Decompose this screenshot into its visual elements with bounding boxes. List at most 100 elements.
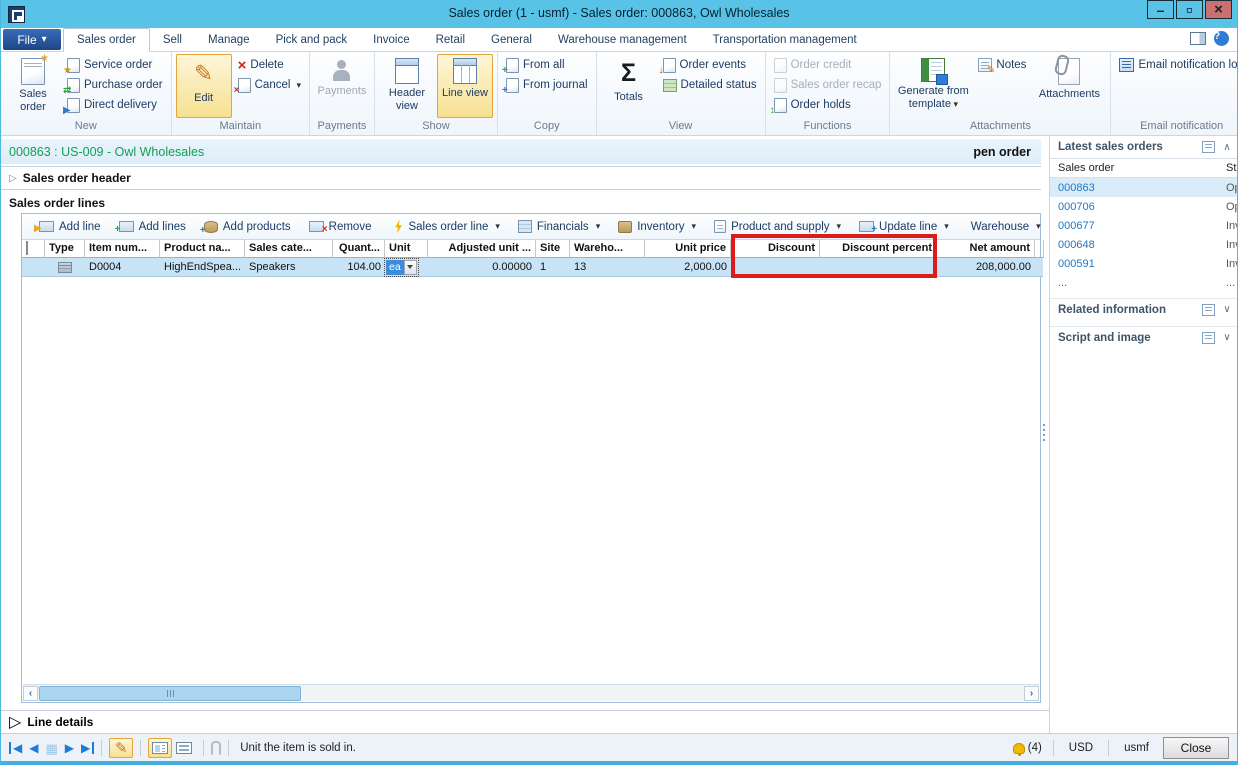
line-details-section[interactable]: Line details: [1, 710, 1049, 733]
detailed-status-button[interactable]: Detailed status: [659, 75, 761, 95]
grid-horizontal-scrollbar[interactable]: [23, 684, 1039, 701]
expander-icon[interactable]: [9, 173, 17, 184]
scroll-left-button[interactable]: [23, 686, 38, 701]
notification-count[interactable]: (4): [1028, 742, 1042, 754]
column-header-product-name[interactable]: Product na...: [160, 240, 245, 258]
latest-row[interactable]: 000863 Ope: [1050, 178, 1238, 197]
help-icon[interactable]: [1214, 31, 1229, 46]
expander-icon[interactable]: [9, 712, 21, 732]
tab-retail[interactable]: Retail: [423, 28, 478, 51]
cell-site[interactable]: 1: [536, 258, 570, 277]
sales-order-link[interactable]: 000677: [1050, 220, 1218, 232]
latest-row[interactable]: 000648 Invo: [1050, 235, 1238, 254]
cell-warehouse[interactable]: 13: [570, 258, 645, 277]
panel-icon[interactable]: [1202, 141, 1215, 153]
from-all-button[interactable]: From all: [502, 55, 592, 75]
maximize-button[interactable]: [1176, 0, 1203, 19]
order-holds-button[interactable]: Order holds: [770, 95, 886, 115]
latest-row-more[interactable]: ... ...: [1050, 273, 1238, 292]
add-products-button[interactable]: Add products: [195, 216, 300, 238]
purchase-order-button[interactable]: Purchase order: [63, 75, 167, 95]
latest-row[interactable]: 000677 Invo: [1050, 216, 1238, 235]
tab-general[interactable]: General: [478, 28, 545, 51]
sales-order-link[interactable]: 000591: [1050, 258, 1218, 270]
close-window-button[interactable]: [1205, 0, 1232, 19]
tab-sell[interactable]: Sell: [150, 28, 195, 51]
select-all-checkbox[interactable]: [26, 241, 28, 255]
column-header-unit-price[interactable]: Unit price: [645, 240, 731, 258]
grid-row-selected[interactable]: D0004 HighEndSpea... Speakers 104.00 ea …: [22, 258, 1040, 277]
totals-button[interactable]: Totals: [601, 54, 657, 118]
product-and-supply-menu[interactable]: Product and supply: [705, 216, 850, 238]
tab-manage[interactable]: Manage: [195, 28, 263, 51]
cell-unit[interactable]: ea: [385, 258, 428, 277]
warehouse-menu[interactable]: Warehouse: [962, 216, 1050, 238]
cell-net-amount[interactable]: 208,000.00: [937, 258, 1035, 277]
unit-dropdown-button[interactable]: [404, 260, 417, 275]
order-events-button[interactable]: Order events: [659, 55, 761, 75]
column-header-item-number[interactable]: Item num...: [85, 240, 160, 258]
company-indicator[interactable]: usmf: [1116, 742, 1157, 754]
unit-value[interactable]: ea: [386, 260, 404, 275]
column-header-site[interactable]: Site: [536, 240, 570, 258]
column-header-unit[interactable]: Unit: [385, 240, 428, 258]
column-header-warehouse[interactable]: Wareho...: [570, 240, 645, 258]
minimize-button[interactable]: [1147, 0, 1174, 19]
sales-order-link[interactable]: 000706: [1050, 201, 1218, 213]
details-view-toggle[interactable]: [148, 738, 172, 758]
layout-toggle-icon[interactable]: [1190, 32, 1206, 45]
unit-combobox[interactable]: ea: [386, 260, 417, 275]
sales-order-link[interactable]: 000863: [1050, 182, 1218, 194]
direct-delivery-button[interactable]: Direct delivery: [63, 95, 167, 115]
cell-sales-category[interactable]: Speakers: [245, 258, 333, 277]
next-record-button[interactable]: [65, 742, 74, 754]
column-header-discount-percent[interactable]: Discount percent: [820, 240, 937, 258]
sales-order-header-section[interactable]: Sales order header: [1, 166, 1041, 190]
tab-sales-order[interactable]: Sales order: [63, 28, 150, 52]
tab-transportation-management[interactable]: Transportation management: [700, 28, 870, 51]
notifications-bell-icon[interactable]: [1013, 743, 1025, 754]
first-record-button[interactable]: [9, 742, 22, 754]
related-information-header[interactable]: Related information: [1050, 298, 1238, 320]
panel-icon[interactable]: [1202, 332, 1215, 344]
tab-invoice[interactable]: Invoice: [360, 28, 422, 51]
notes-button[interactable]: Notes: [974, 55, 1030, 75]
delete-button[interactable]: Delete: [234, 55, 305, 75]
line-view-button[interactable]: Line view: [437, 54, 493, 118]
scrollbar-thumb[interactable]: [39, 686, 301, 701]
tab-pick-and-pack[interactable]: Pick and pack: [263, 28, 361, 51]
financials-menu[interactable]: Financials: [509, 216, 609, 238]
file-menu-button[interactable]: File: [3, 29, 61, 50]
service-order-button[interactable]: Service order: [63, 55, 167, 75]
column-header-type[interactable]: Type: [45, 240, 85, 258]
cell-item-number[interactable]: D0004: [85, 258, 160, 277]
add-line-button[interactable]: Add line: [30, 216, 110, 238]
grid-view-records-icon[interactable]: [45, 742, 57, 755]
cancel-button[interactable]: Cancel: [234, 75, 305, 95]
remove-button[interactable]: Remove: [300, 216, 381, 238]
scroll-right-button[interactable]: [1024, 686, 1039, 701]
last-record-button[interactable]: [81, 742, 94, 754]
column-header-quantity[interactable]: Quant...: [333, 240, 385, 258]
expand-chevron-icon[interactable]: [1221, 332, 1233, 343]
script-and-image-header[interactable]: Script and image: [1050, 326, 1238, 348]
attachments-button[interactable]: Attachments: [1032, 54, 1106, 118]
tab-warehouse-management[interactable]: Warehouse management: [545, 28, 700, 51]
column-header-discount[interactable]: Discount: [731, 240, 820, 258]
expand-chevron-icon[interactable]: [1221, 304, 1233, 315]
add-lines-button[interactable]: Add lines: [110, 216, 195, 238]
column-header-sales-category[interactable]: Sales cate...: [245, 240, 333, 258]
row-select-cell[interactable]: [22, 258, 45, 277]
cell-quantity[interactable]: 104.00: [333, 258, 385, 277]
panel-splitter-handle[interactable]: [1043, 424, 1047, 441]
edit-button[interactable]: Edit: [176, 54, 232, 118]
latest-row[interactable]: 000591 Invo: [1050, 254, 1238, 273]
inventory-menu[interactable]: Inventory: [609, 216, 705, 238]
cell-unit-price[interactable]: 2,000.00: [645, 258, 731, 277]
cell-discount-percent[interactable]: [820, 258, 937, 277]
cell-type[interactable]: [45, 258, 85, 277]
cell-product-name[interactable]: HighEndSpea...: [160, 258, 245, 277]
generate-from-template-button[interactable]: Generate from template: [894, 54, 972, 118]
close-form-button[interactable]: Close: [1163, 737, 1229, 759]
column-header-net-amount[interactable]: Net amount: [937, 240, 1035, 258]
